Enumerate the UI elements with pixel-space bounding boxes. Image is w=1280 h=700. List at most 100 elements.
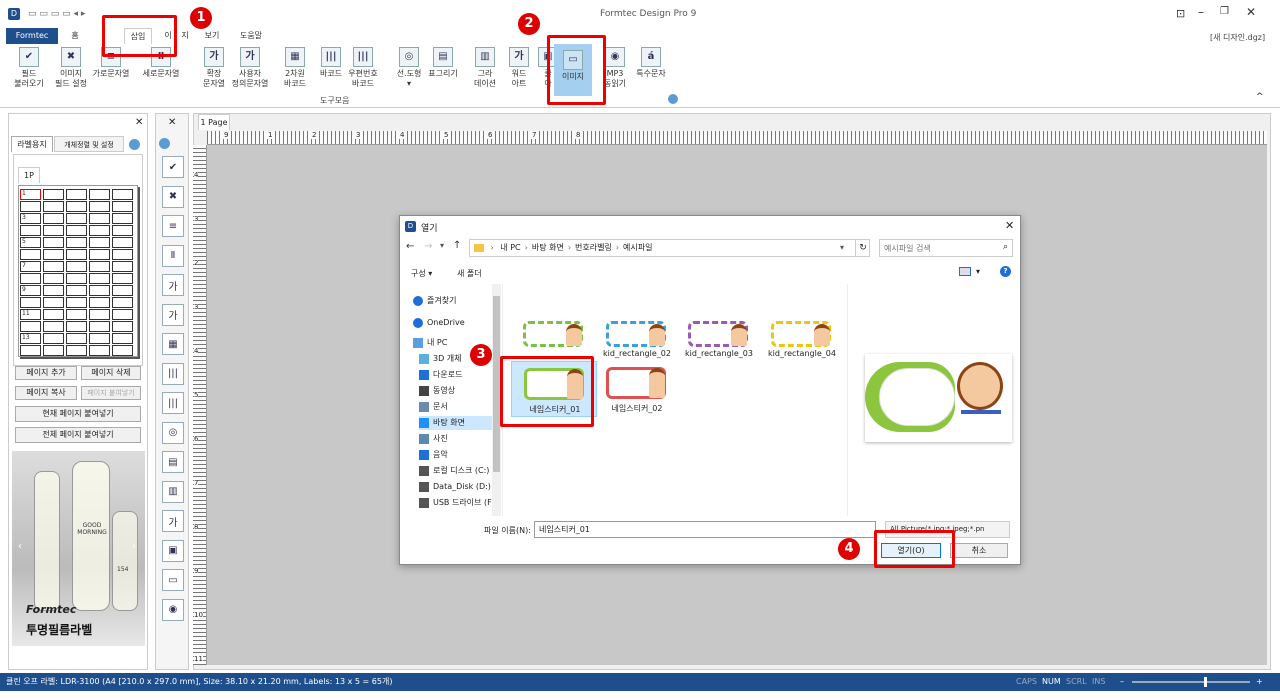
help-icon[interactable]: ? (1000, 266, 1011, 277)
ribbon-options-icon[interactable]: ⊡ (1176, 7, 1185, 20)
toolbar-close-icon[interactable]: ✕ (168, 117, 176, 128)
panel-close-icon[interactable]: ✕ (135, 117, 143, 128)
label-cell[interactable] (66, 345, 87, 356)
label-cell[interactable] (66, 225, 87, 236)
label-cell[interactable] (112, 249, 133, 260)
label-cell[interactable] (43, 297, 64, 308)
label-cell[interactable] (66, 189, 87, 200)
toolbar-tool-button[interactable]: ✔ (162, 156, 184, 178)
label-cell[interactable] (89, 237, 110, 248)
tab-label-paper[interactable]: 라벨용지 (11, 136, 53, 152)
label-cell[interactable] (112, 309, 133, 320)
label-cell[interactable] (43, 189, 64, 200)
toolbar-tool-button[interactable]: ▭ (162, 569, 184, 591)
toolbar-tool-button[interactable]: 가 (162, 274, 184, 296)
view-dropdown-icon[interactable]: ▾ (976, 267, 980, 276)
add-page-button[interactable]: 페이지 추가 (15, 366, 77, 380)
label-cell[interactable] (89, 201, 110, 212)
label-cell[interactable] (20, 249, 41, 260)
label-cell[interactable] (43, 345, 64, 356)
label-cell[interactable] (112, 297, 133, 308)
label-cell[interactable] (43, 249, 64, 260)
file-item[interactable]: 네임스티커_02 (594, 361, 680, 417)
toolbar-tool-button[interactable]: ▥ (162, 480, 184, 503)
delete-page-button[interactable]: 페이지 삭제 (81, 366, 141, 380)
toolbar-tool-button[interactable]: 가 (162, 303, 184, 326)
ribbon-button[interactable]: ||| 우편번호 바코드 (344, 47, 382, 89)
label-cell[interactable] (89, 345, 110, 356)
breadcrumb-item[interactable]: 번호라벨링 (575, 243, 612, 252)
label-cell[interactable] (89, 321, 110, 332)
carousel-prev-icon[interactable]: ‹ (18, 541, 22, 552)
address-dropdown-icon[interactable]: ▾ (840, 239, 853, 257)
refresh-icon[interactable]: ↻ (855, 239, 870, 257)
label-cell[interactable] (66, 285, 87, 296)
toolbar-tool-button[interactable]: ≡ (162, 215, 184, 237)
ribbon-button[interactable]: á 특수문자 (632, 47, 670, 79)
label-cell[interactable] (112, 201, 133, 212)
tab-help[interactable]: 도움말 (236, 28, 266, 44)
ad-banner[interactable]: GOOD MORNING 154 ‹ › Formtec 투명필름라벨 (12, 451, 145, 646)
file-item[interactable]: kid_rectangle_04 (759, 309, 845, 359)
label-cell[interactable] (89, 285, 110, 296)
page-tab-1p[interactable]: 1P (18, 167, 40, 183)
label-cell[interactable] (112, 345, 133, 356)
filename-input[interactable]: 네임스티커_01 (534, 521, 876, 538)
label-cell[interactable] (66, 333, 87, 344)
toolbar-tool-button[interactable]: ✖ (162, 185, 184, 208)
label-cell[interactable] (112, 321, 133, 332)
ribbon-button[interactable]: 가 사용자 정의문자열 (228, 47, 272, 89)
file-item[interactable] (511, 309, 597, 359)
label-cell[interactable] (112, 189, 133, 200)
label-cell[interactable] (89, 333, 110, 344)
page-tab[interactable]: 1 Page (198, 114, 230, 130)
toolbar-tool-button[interactable]: ||| (162, 392, 184, 414)
tab-home[interactable]: 홈 (66, 28, 84, 44)
dialog-close-icon[interactable]: ✕ (1005, 219, 1014, 232)
toolbar-tool-button[interactable]: 가 (162, 510, 184, 532)
label-cell[interactable] (43, 225, 64, 236)
label-cell[interactable] (20, 225, 41, 236)
label-cell[interactable] (89, 297, 110, 308)
zoom-slider-thumb[interactable] (1204, 677, 1207, 687)
label-cell[interactable] (43, 237, 64, 248)
label-cell[interactable] (43, 273, 64, 284)
minimize-button[interactable]: – (1198, 5, 1204, 19)
label-cell[interactable] (89, 213, 110, 224)
label-cell[interactable] (43, 309, 64, 320)
label-cell[interactable] (66, 249, 87, 260)
label-cell[interactable] (89, 309, 110, 320)
new-folder-button[interactable]: 새 폴더 (457, 268, 482, 279)
toolbar-tool-button[interactable]: ▤ (162, 451, 184, 473)
label-cell[interactable] (66, 213, 87, 224)
label-cell[interactable] (20, 321, 41, 332)
cancel-button[interactable]: 취소 (950, 543, 1008, 558)
label-cell[interactable] (43, 321, 64, 332)
paste-current-page-button[interactable]: 현재 페이지 붙여넣기 (15, 406, 141, 422)
label-cell[interactable] (89, 261, 110, 272)
close-button[interactable]: ✕ (1246, 5, 1256, 19)
label-cell[interactable] (43, 333, 64, 344)
forward-icon[interactable]: → (424, 241, 432, 252)
label-cell[interactable] (112, 273, 133, 284)
label-cell[interactable] (20, 201, 41, 212)
toolbar-tool-button[interactable]: ||| (162, 362, 184, 385)
breadcrumb-item[interactable]: 예시파일 (623, 243, 652, 252)
label-cell[interactable] (112, 225, 133, 236)
label-cell[interactable] (89, 225, 110, 236)
tab-align-settings[interactable]: 개체정렬 및 설정 (54, 136, 124, 152)
toolbar-tool-button[interactable]: ◎ (162, 421, 184, 444)
ribbon-button[interactable]: ✔ 필드 불러오기 (10, 47, 48, 89)
label-cell[interactable] (43, 285, 64, 296)
ribbon-button[interactable]: ▤ 표그리기 (424, 47, 462, 79)
label-cell[interactable] (89, 249, 110, 260)
toolbar-tool-button[interactable]: ▦ (162, 333, 184, 355)
label-cell[interactable] (112, 237, 133, 248)
label-cell[interactable] (89, 273, 110, 284)
toolbar-toggle-icon[interactable] (159, 138, 170, 149)
group-launcher-icon[interactable] (668, 94, 678, 104)
nav-item-cloud[interactable]: OneDrive (413, 316, 499, 330)
label-cell[interactable] (43, 201, 64, 212)
carousel-next-icon[interactable]: › (132, 541, 136, 552)
search-box[interactable]: ⌕ (879, 239, 1013, 257)
